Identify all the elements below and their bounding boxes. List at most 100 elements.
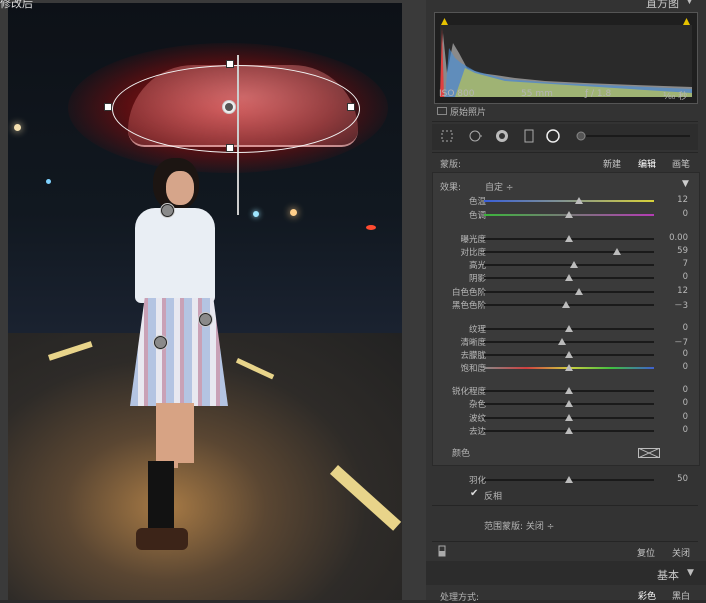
adjustment-slider[interactable]: 黑色色阶 －3 (434, 299, 698, 311)
slider-value[interactable]: 12 (677, 195, 688, 205)
slider-track[interactable] (484, 248, 654, 255)
slider-thumb[interactable] (565, 351, 573, 358)
adjustment-slider[interactable]: 白色色阶 12 (434, 286, 698, 298)
slider-thumb[interactable] (565, 427, 573, 434)
mask-pin-active[interactable] (223, 101, 235, 113)
slider-thumb[interactable] (570, 261, 579, 268)
slider-thumb[interactable] (565, 235, 573, 242)
histogram-title[interactable]: 直方图 (646, 0, 679, 11)
treatment-color-button[interactable]: 彩色 (638, 589, 656, 602)
mask-new-button[interactable]: 新建 (603, 157, 621, 170)
histogram[interactable]: ISO 800 55 mm ƒ / 1.8 ¹⁄₆₀ 秒 (434, 12, 698, 104)
edited-photo[interactable] (8, 3, 402, 600)
crop-overlay-icon[interactable] (440, 129, 454, 143)
mask-pin[interactable] (154, 336, 167, 349)
mask-pin[interactable] (161, 204, 174, 217)
feather-track[interactable] (484, 476, 654, 483)
adjustment-slider[interactable]: 高光 7 (434, 259, 698, 271)
slider-track[interactable] (484, 288, 654, 295)
feather-slider[interactable]: 羽化 50 (434, 474, 698, 486)
slider-track[interactable] (484, 261, 654, 268)
basic-collapse-icon[interactable]: ▼ (687, 568, 694, 578)
radial-filter-ellipse[interactable] (112, 65, 360, 153)
slider-thumb[interactable] (565, 364, 573, 371)
adjustment-slider[interactable]: 色调 0 (434, 209, 698, 221)
slider-thumb[interactable] (575, 197, 584, 204)
adjustment-slider[interactable]: 色温 12 (434, 195, 698, 207)
adjustment-slider[interactable]: 对比度 59 (434, 246, 698, 258)
slider-track[interactable] (484, 414, 654, 421)
slider-track[interactable] (484, 400, 654, 407)
slider-thumb[interactable] (565, 211, 573, 218)
slider-track[interactable] (484, 351, 654, 358)
feather-value[interactable]: 50 (677, 474, 688, 484)
mask-handle-right[interactable] (347, 103, 355, 111)
slider-track[interactable] (484, 301, 654, 308)
slider-thumb[interactable] (612, 248, 621, 255)
slider-thumb[interactable] (575, 288, 584, 295)
mask-handle-top[interactable] (226, 60, 234, 68)
basic-panel-title[interactable]: 基本 (657, 567, 679, 583)
reset-button[interactable]: 复位 (637, 546, 655, 559)
adjustment-slider[interactable]: 去朦胧 0 (434, 349, 698, 361)
adjustment-slider[interactable]: 纹理 0 (434, 323, 698, 335)
effect-disclosure-icon[interactable]: ▼ (682, 179, 689, 189)
close-button[interactable]: 关闭 (672, 546, 690, 559)
slider-value[interactable]: 0 (683, 385, 688, 395)
slider-track[interactable] (484, 338, 654, 345)
slider-thumb[interactable] (565, 387, 573, 394)
slider-value[interactable]: 0 (683, 209, 688, 219)
slider-value[interactable]: 0 (683, 412, 688, 422)
original-photo-checkbox[interactable] (437, 107, 447, 115)
slider-thumb[interactable] (558, 338, 567, 345)
slider-value[interactable]: 59 (677, 246, 688, 256)
slider-value[interactable]: 0 (683, 323, 688, 333)
mask-handle-left[interactable] (104, 103, 112, 111)
color-swatch-icon[interactable] (638, 448, 660, 458)
slider-value[interactable]: －7 (674, 336, 688, 348)
photo-canvas[interactable]: 修改后 (0, 0, 426, 600)
effect-preset-select[interactable]: 自定 ÷ (485, 180, 513, 193)
invert-checkbox[interactable]: ✔ (470, 488, 478, 499)
slider-track[interactable] (484, 387, 654, 394)
adjustment-slider[interactable]: 杂色 0 (434, 398, 698, 410)
adjustment-slider[interactable]: 阴影 0 (434, 272, 698, 284)
slider-thumb[interactable] (565, 400, 573, 407)
range-mask-select[interactable]: 范围蒙版: 关闭 ÷ (484, 519, 554, 532)
slider-thumb[interactable] (565, 274, 573, 281)
adjustment-slider[interactable]: 饱和度 0 (434, 362, 698, 374)
slider-thumb[interactable] (565, 325, 573, 332)
mask-brush-button[interactable]: 画笔 (672, 157, 690, 170)
adjustment-slider[interactable]: 曝光度 0.00 (434, 233, 698, 245)
collapse-triangle-icon[interactable]: ▼ (686, 0, 693, 6)
mask-handle-bottom[interactable] (226, 144, 234, 152)
red-eye-icon[interactable] (495, 129, 509, 143)
slider-thumb[interactable] (561, 301, 570, 308)
slider-value[interactable]: 0 (683, 398, 688, 408)
slider-track[interactable] (484, 274, 654, 281)
mask-edit-button[interactable]: 编辑 (638, 157, 656, 170)
slider-value[interactable]: 7 (683, 259, 688, 269)
adjustment-slider[interactable]: 去边 0 (434, 425, 698, 437)
slider-thumb[interactable] (565, 414, 573, 421)
spot-removal-icon[interactable] (468, 129, 482, 143)
adjustment-slider[interactable]: 波纹 0 (434, 412, 698, 424)
slider-track[interactable] (484, 235, 654, 242)
slider-track[interactable] (484, 364, 654, 371)
radial-filter-icon[interactable] (546, 129, 560, 143)
slider-value[interactable]: 0 (683, 349, 688, 359)
slider-track[interactable] (484, 211, 654, 218)
slider-value[interactable]: 0 (683, 362, 688, 372)
slider-value[interactable]: 0.00 (669, 233, 688, 243)
slider-track[interactable] (484, 197, 654, 204)
slider-value[interactable]: 0 (683, 425, 688, 435)
slider-track[interactable] (484, 427, 654, 434)
brush-slider[interactable] (586, 135, 690, 137)
graduated-filter-icon[interactable] (522, 129, 536, 143)
adjustment-slider[interactable]: 清晰度 －7 (434, 336, 698, 348)
mask-toggle-icon[interactable] (438, 545, 446, 557)
slider-track[interactable] (484, 325, 654, 332)
adjustment-slider[interactable]: 锐化程度 0 (434, 385, 698, 397)
feather-thumb[interactable] (565, 476, 573, 483)
slider-value[interactable]: 12 (677, 286, 688, 296)
